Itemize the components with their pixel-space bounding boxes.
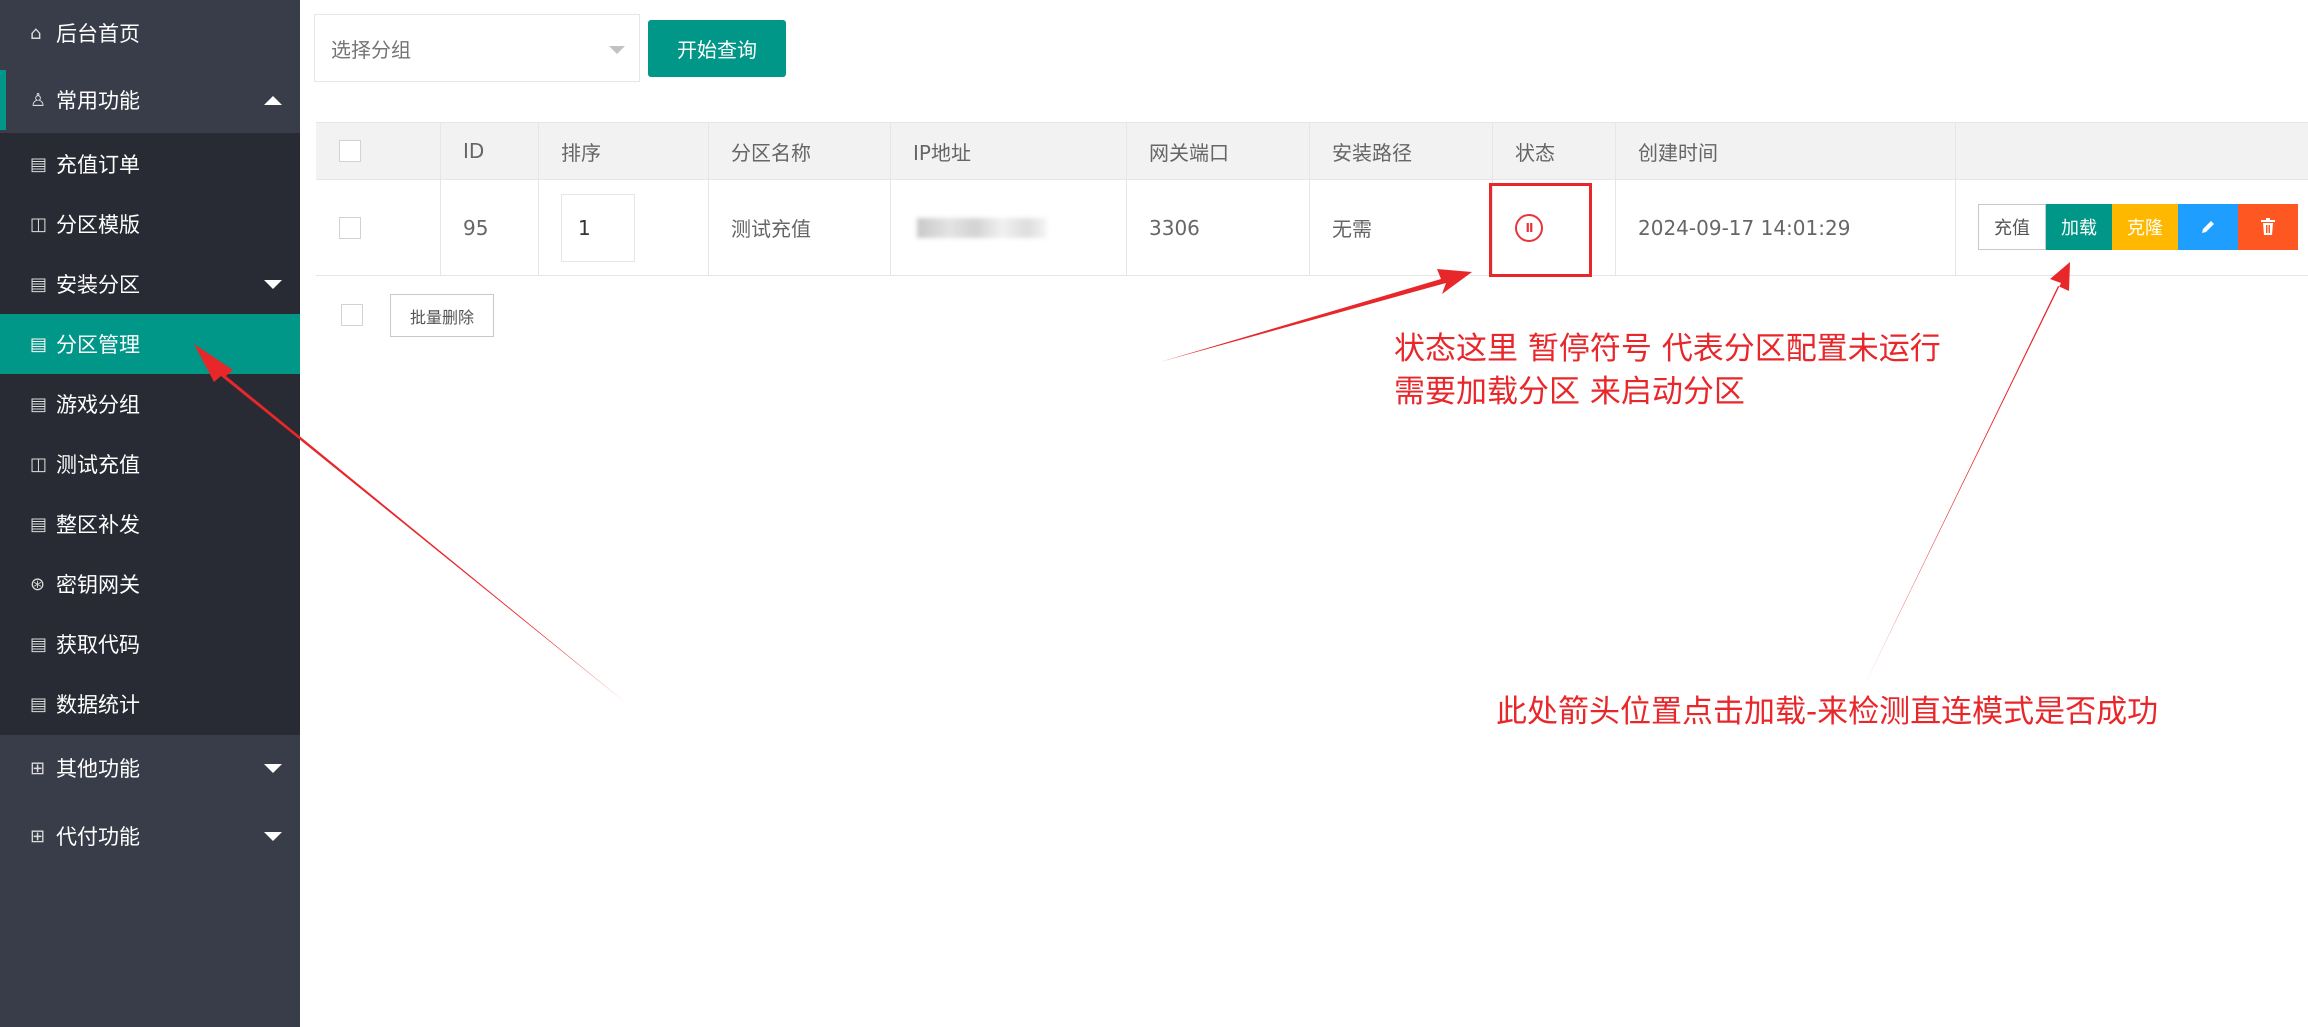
nav-group-other[interactable]: ⊞ 其他功能 bbox=[0, 738, 300, 798]
table-header: ID 排序 分区名称 IP地址 网关端口 安装路径 状态 创建时间 bbox=[316, 122, 2308, 180]
sidebar-item-recharge-orders[interactable]: ▤ 充值订单 bbox=[0, 134, 300, 194]
sidebar-item-install-zone[interactable]: ▤ 安装分区 bbox=[0, 254, 300, 314]
row-checkbox[interactable] bbox=[339, 216, 361, 239]
nav-group-common-label: 常用功能 bbox=[56, 89, 140, 113]
sidebar-item-label: 分区管理 bbox=[56, 333, 140, 357]
home-icon: ⌂ bbox=[30, 22, 42, 44]
sidebar-item-label: 密钥网关 bbox=[56, 573, 140, 597]
sidebar-item-zone-reissue[interactable]: ▤ 整区补发 bbox=[0, 494, 300, 554]
template-icon: ◫ bbox=[30, 213, 48, 235]
document-icon: ▤ bbox=[30, 633, 48, 655]
header-actions bbox=[1955, 123, 2308, 179]
sidebar-item-label: 数据统计 bbox=[56, 693, 140, 717]
chevron-up-icon bbox=[264, 96, 282, 105]
sidebar-item-test-recharge[interactable]: ◫ 测试充值 bbox=[0, 434, 300, 494]
document-icon: ▤ bbox=[30, 273, 48, 295]
header-zone-name: 分区名称 bbox=[708, 123, 890, 179]
sidebar-item-key-gateway[interactable]: ⊛ 密钥网关 bbox=[0, 554, 300, 614]
edit-button[interactable] bbox=[2178, 204, 2238, 250]
header-created: 创建时间 bbox=[1615, 123, 1955, 179]
chevron-down-icon bbox=[264, 832, 282, 841]
delete-button[interactable] bbox=[2238, 204, 2298, 250]
user-icon: ♙ bbox=[30, 89, 47, 111]
document-icon: ▤ bbox=[30, 153, 48, 175]
header-ip: IP地址 bbox=[890, 123, 1126, 179]
status-annotation-line1: 状态这里 暂停符号 代表分区配置未运行 bbox=[1394, 331, 1941, 367]
status-annotation-line2: 需要加载分区 来启动分区 bbox=[1394, 374, 1745, 410]
header-path: 安装路径 bbox=[1309, 123, 1492, 179]
edit-icon bbox=[2202, 221, 2214, 233]
caret-down-icon bbox=[609, 46, 625, 54]
sidebar-item-statistics[interactable]: ▤ 数据统计 bbox=[0, 674, 300, 734]
document-icon: ▤ bbox=[30, 393, 48, 415]
cell-sort bbox=[538, 180, 708, 275]
apps-icon: ⊞ bbox=[30, 825, 46, 847]
download-circle-icon: ⊛ bbox=[30, 573, 46, 595]
sidebar-item-label: 游戏分组 bbox=[56, 393, 140, 417]
sidebar-item-label: 测试充值 bbox=[56, 453, 140, 477]
sidebar-item-get-code[interactable]: ▤ 获取代码 bbox=[0, 614, 300, 674]
sort-input[interactable] bbox=[561, 193, 635, 262]
nav-home[interactable]: ⌂ 后台首页 bbox=[0, 3, 300, 63]
load-annotation: 此处箭头位置点击加载-来检测直连模式是否成功 bbox=[1496, 694, 2159, 730]
sidebar-item-label: 获取代码 bbox=[56, 633, 140, 657]
batch-select-checkbox[interactable] bbox=[341, 304, 363, 326]
status-highlight-box bbox=[1489, 183, 1592, 277]
document-icon: ▤ bbox=[30, 693, 48, 715]
cell-id: 95 bbox=[440, 180, 538, 275]
template-icon: ◫ bbox=[30, 453, 48, 475]
cell-port: 3306 bbox=[1126, 180, 1309, 275]
sidebar-item-label: 充值订单 bbox=[56, 153, 140, 177]
load-button[interactable]: 加载 bbox=[2046, 204, 2112, 250]
recharge-button[interactable]: 充值 bbox=[1978, 204, 2046, 250]
sidebar-item-game-groups[interactable]: ▤ 游戏分组 bbox=[0, 374, 300, 434]
header-id: ID bbox=[440, 123, 538, 179]
clone-button[interactable]: 克隆 bbox=[2112, 204, 2178, 250]
trash-icon bbox=[2261, 218, 2275, 235]
chevron-down-icon bbox=[264, 280, 282, 289]
nav-group-common[interactable]: ♙ 常用功能 bbox=[0, 70, 300, 130]
header-sort: 排序 bbox=[538, 123, 708, 179]
cell-path: 无需 bbox=[1309, 180, 1492, 275]
select-all-checkbox[interactable] bbox=[339, 140, 361, 162]
sidebar-item-label: 安装分区 bbox=[56, 273, 140, 297]
sidebar-item-label: 整区补发 bbox=[56, 513, 140, 537]
header-status: 状态 bbox=[1492, 123, 1615, 179]
table-row: 95 测试充值 3306 无需 II 2024-09-17 14:01:29 充… bbox=[316, 180, 2308, 276]
batch-delete-button[interactable]: 批量删除 bbox=[390, 294, 494, 337]
redacted-ip bbox=[917, 217, 1047, 238]
arrow-to-load-button bbox=[1864, 262, 2070, 686]
sidebar-item-label: 分区模版 bbox=[56, 213, 140, 237]
nav-group-pay-label: 代付功能 bbox=[56, 825, 140, 849]
nav-home-label: 后台首页 bbox=[56, 22, 140, 46]
nav-group-other-label: 其他功能 bbox=[56, 757, 140, 781]
cell-zone-name: 测试充值 bbox=[708, 180, 890, 275]
nav-group-pay[interactable]: ⊞ 代付功能 bbox=[0, 806, 300, 866]
sidebar-item-zone-management[interactable]: ▤ 分区管理 bbox=[0, 314, 300, 374]
cell-created: 2024-09-17 14:01:29 bbox=[1615, 180, 1955, 275]
group-select-placeholder: 选择分组 bbox=[331, 37, 411, 62]
group-select[interactable]: 选择分组 bbox=[314, 14, 640, 82]
row-select-cell bbox=[316, 180, 440, 275]
start-query-button[interactable]: 开始查询 bbox=[648, 20, 786, 77]
apps-icon: ⊞ bbox=[30, 757, 46, 779]
sidebar: ⌂ 后台首页 ♙ 常用功能 ▤ 充值订单 ◫ 分区模版 ▤ 安装分区 ▤ 分区管… bbox=[0, 0, 300, 1027]
document-icon: ▤ bbox=[30, 513, 48, 535]
header-port: 网关端口 bbox=[1126, 123, 1309, 179]
chevron-down-icon bbox=[264, 764, 282, 773]
cell-ip bbox=[890, 180, 1126, 275]
document-icon: ▤ bbox=[30, 333, 48, 355]
header-select-cell bbox=[316, 123, 440, 179]
cell-actions: 充值 加载 克隆 bbox=[1955, 180, 2308, 275]
sidebar-item-zone-templates[interactable]: ◫ 分区模版 bbox=[0, 194, 300, 254]
